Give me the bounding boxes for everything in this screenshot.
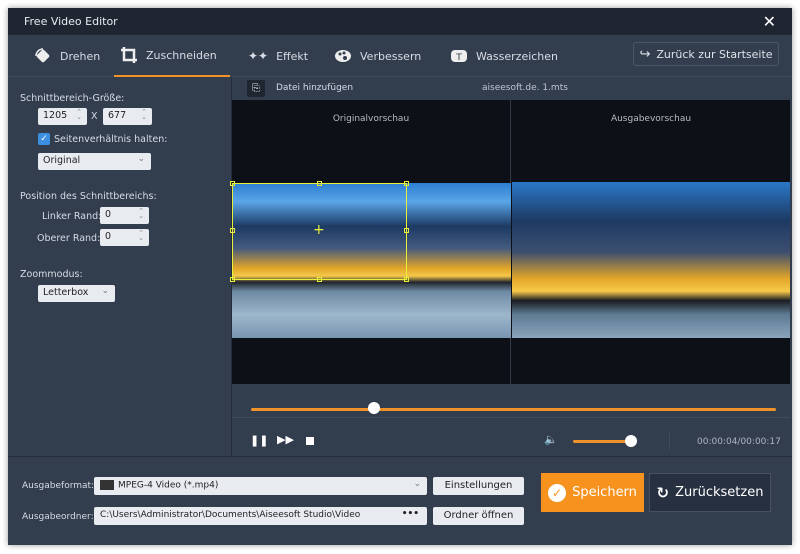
player-controls: ❚❚ ▶▶ 🔈 00:00:04/00:00:17 (232, 384, 790, 456)
reset-button[interactable]: ↻ Zurücksetzen (649, 473, 771, 512)
close-icon[interactable]: ✕ (763, 12, 776, 31)
left-margin-label: Linker Rand: (42, 211, 102, 222)
left-margin-input[interactable]: 0 (100, 207, 149, 224)
preview-area: Originalvorschau + Ausgabevorschau (230, 100, 790, 384)
crop-height-input[interactable]: 677 (103, 108, 152, 125)
crop-handle[interactable] (317, 181, 322, 186)
svg-text:T: T (455, 53, 462, 63)
add-file-icon[interactable]: ⎘ (247, 80, 265, 97)
crop-settings-panel: Schnittbereich-Größe: 1205 X 677 ✓ Seite… (8, 77, 232, 456)
title-bar: Free Video Editor ✕ (8, 8, 792, 35)
output-folder-value: C:\Users\Administrator\Documents\Aiseeso… (100, 510, 361, 520)
output-format-select[interactable]: MPEG-4 Video (*.mp4) ⌄ (94, 477, 427, 495)
crop-width-input[interactable]: 1205 (38, 108, 87, 125)
watermark-icon: T (451, 50, 467, 63)
volume-icon[interactable]: 🔈 (544, 433, 558, 446)
ratio-value: Original (43, 155, 81, 166)
toolbar: Drehen Zuschneiden ✦✦ Effekt Verbessern … (8, 35, 792, 77)
crop-handle[interactable] (404, 181, 409, 186)
settings-button[interactable]: Einstellungen (433, 477, 524, 495)
window-title: Free Video Editor (24, 15, 118, 28)
crop-icon (121, 47, 137, 63)
crop-handle[interactable] (404, 277, 409, 282)
output-preview-title: Ausgabevorschau (610, 114, 692, 124)
crosshair-icon: + (313, 222, 325, 238)
original-preview: Originalvorschau + (230, 100, 511, 384)
output-video-frame (512, 182, 790, 338)
stars-icon: ✦✦ (248, 49, 269, 63)
file-bar: ⎘ Datei hinzufügen aiseesoft.de. 1.mts (232, 77, 792, 100)
add-file-button[interactable]: Datei hinzufügen (276, 83, 353, 93)
keep-ratio-checkbox[interactable]: ✓ (38, 133, 50, 145)
crop-size-label: Schnittbereich-Größe: (20, 93, 125, 104)
redo-arrow-icon: ↪ (639, 46, 651, 62)
chevron-down-icon: ⌄ (101, 286, 109, 296)
check-circle-icon: ✓ (548, 483, 567, 502)
keep-ratio-label: Seitenverhältnis halten: (54, 134, 168, 145)
position-label: Position des Schnittbereichs: (20, 191, 157, 202)
output-format-value: MPEG-4 Video (*.mp4) (118, 480, 219, 491)
save-button[interactable]: ✓ Speichern (541, 473, 644, 512)
top-margin-label: Oberer Rand: (37, 233, 101, 244)
output-folder-input[interactable]: C:\Users\Administrator\Documents\Aiseeso… (94, 507, 427, 525)
browse-button[interactable]: ••• (402, 509, 419, 519)
back-to-home-button[interactable]: ↪ Zurück zur Startseite (633, 42, 779, 66)
chevron-down-icon: ⌄ (137, 154, 145, 164)
output-folder-label: Ausgabeordner: (22, 512, 94, 522)
output-preview: Ausgabevorschau (512, 100, 790, 384)
stop-icon[interactable] (306, 437, 314, 445)
zoom-mode-select[interactable]: Letterbox ⌄ (38, 285, 115, 302)
volume-knob[interactable] (625, 435, 637, 447)
pause-icon[interactable]: ❚❚ (250, 434, 268, 447)
file-name: aiseesoft.de. 1.mts (482, 83, 568, 93)
top-margin-input[interactable]: 0 (100, 229, 149, 246)
progress-slider[interactable] (251, 408, 776, 411)
open-folder-button[interactable]: Ordner öffnen (433, 507, 524, 525)
time-display: 00:00:04/00:00:17 (697, 437, 781, 447)
times-label: X (91, 111, 98, 122)
app-window: Free Video Editor ✕ Drehen Zuschneiden ✦… (8, 8, 792, 545)
next-frame-icon[interactable]: ▶▶ (277, 433, 294, 446)
tab-verbessern[interactable]: Verbessern (328, 35, 427, 77)
crop-handle[interactable] (404, 228, 409, 233)
rotate-icon (35, 48, 50, 63)
crop-handle[interactable] (230, 228, 235, 233)
zoom-mode-value: Letterbox (43, 287, 89, 298)
crop-box[interactable]: + (230, 181, 409, 282)
crop-handle[interactable] (230, 277, 235, 282)
volume-slider[interactable] (573, 440, 631, 443)
crop-handle[interactable] (230, 181, 235, 186)
reset-icon: ↻ (656, 483, 670, 502)
mpeg-icon (100, 480, 114, 490)
tab-effekt[interactable]: ✦✦ Effekt (242, 35, 314, 77)
zoom-mode-label: Zoommodus: (20, 269, 83, 280)
ratio-select[interactable]: Original ⌄ (38, 153, 151, 170)
tab-zuschneiden[interactable]: Zuschneiden (114, 35, 230, 77)
tab-wasserzeichen[interactable]: T Wasserzeichen (444, 35, 564, 77)
crop-handle[interactable] (317, 277, 322, 282)
output-format-label: Ausgabeformat: (22, 481, 95, 491)
progress-knob[interactable] (368, 402, 381, 414)
chevron-down-icon: ⌄ (413, 479, 421, 489)
tab-drehen[interactable]: Drehen (28, 35, 106, 77)
palette-icon (335, 50, 351, 62)
original-preview-title: Originalvorschau (332, 114, 410, 124)
